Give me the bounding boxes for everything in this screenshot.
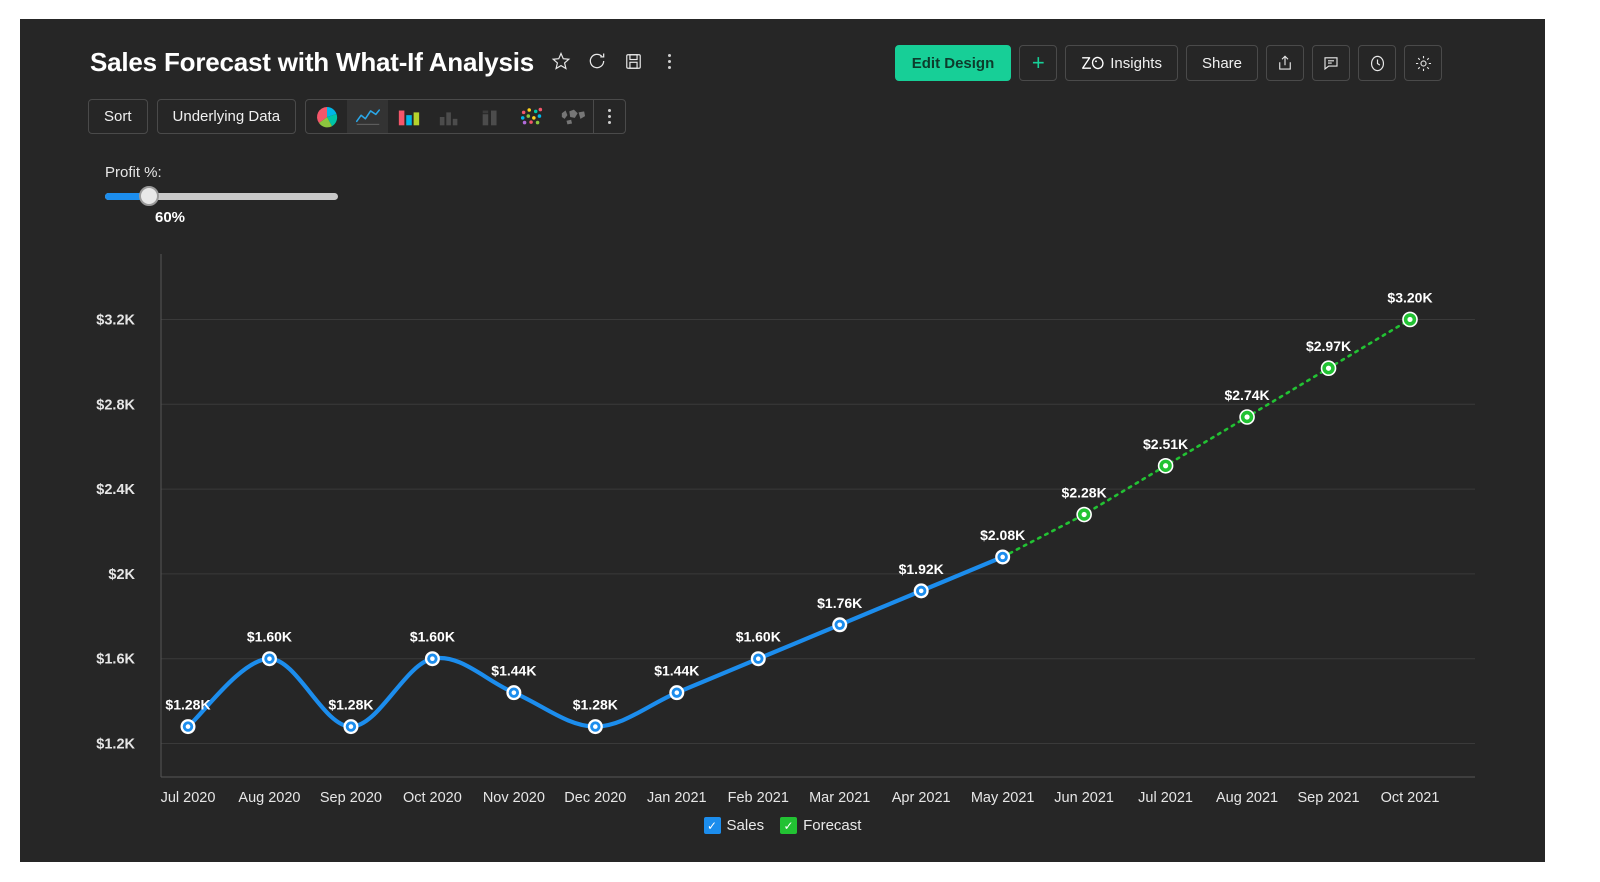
- insights-button[interactable]: Insights: [1065, 45, 1178, 81]
- data-point-label: $1.28K: [328, 697, 373, 713]
- y-axis-tick-label: $1.6K: [96, 652, 135, 668]
- page-title: Sales Forecast with What-If Analysis: [90, 47, 534, 78]
- x-axis-tick-label: Dec 2020: [564, 790, 626, 806]
- x-axis-tick-label: Oct 2020: [403, 790, 462, 806]
- x-axis-tick-label: Jul 2021: [1138, 790, 1193, 806]
- y-axis-tick-label: $3.2K: [96, 312, 135, 328]
- bar-chart-icon[interactable]: [388, 100, 429, 133]
- profit-percent-filter: Profit %: 60%: [105, 164, 365, 226]
- x-axis-tick-label: Oct 2021: [1381, 790, 1440, 806]
- legend-item-sales[interactable]: ✓ Sales: [704, 817, 765, 834]
- data-point-label: $1.92K: [899, 561, 944, 577]
- data-point-label: $1.60K: [736, 629, 781, 645]
- x-axis-tick-label: Feb 2021: [728, 790, 789, 806]
- chart-toolbar: Sort Underlying Data: [88, 99, 626, 134]
- line-chart-icon[interactable]: [347, 100, 388, 133]
- insights-label: Insights: [1110, 55, 1162, 72]
- x-axis-tick-label: Jan 2021: [647, 790, 707, 806]
- x-axis-tick-label: Sep 2020: [320, 790, 382, 806]
- legend-item-forecast[interactable]: ✓ Forecast: [780, 817, 861, 834]
- chart-type-switcher: [305, 99, 626, 134]
- column-chart-icon[interactable]: [429, 100, 470, 133]
- y-axis-tick-label: $2K: [108, 567, 135, 583]
- data-point-label: $2.51K: [1143, 436, 1188, 452]
- x-axis-tick-label: Aug 2020: [238, 790, 300, 806]
- title-action-icons: [550, 50, 680, 72]
- header: Sales Forecast with What-If Analysis: [20, 19, 1545, 109]
- data-point-label: $1.28K: [573, 697, 618, 713]
- timer-icon[interactable]: [1358, 45, 1396, 81]
- profit-slider[interactable]: [105, 193, 338, 200]
- chart-legend: ✓ Sales ✓ Forecast: [20, 817, 1545, 834]
- data-point-label: $1.60K: [410, 629, 455, 645]
- gear-icon[interactable]: [1404, 45, 1442, 81]
- add-button[interactable]: +: [1019, 45, 1057, 81]
- x-axis-tick-label: Sep 2021: [1297, 790, 1359, 806]
- data-point-label: $1.44K: [654, 663, 699, 679]
- data-point-label: $3.20K: [1387, 289, 1432, 305]
- favorite-star-icon[interactable]: [550, 50, 572, 72]
- header-actions: Edit Design + Insights Share: [895, 45, 1442, 81]
- legend-label-forecast: Forecast: [803, 817, 861, 834]
- y-axis-tick-label: $2.8K: [96, 397, 135, 413]
- x-axis-tick-label: Nov 2020: [483, 790, 545, 806]
- legend-label-sales: Sales: [727, 817, 765, 834]
- data-point-label: $1.76K: [817, 595, 862, 611]
- x-axis-tick-label: May 2021: [971, 790, 1035, 806]
- slider-thumb[interactable]: [139, 186, 159, 206]
- sort-button[interactable]: Sort: [88, 99, 148, 134]
- series-line-forecast: [1003, 319, 1410, 557]
- x-axis-tick-label: Jun 2021: [1054, 790, 1114, 806]
- chart-area: $1.2K $1.6K $2K $2.4K $2.8K $3.2K Jul 2020 Aug …: [20, 234, 1545, 834]
- x-axis-tick-label: Aug 2021: [1216, 790, 1278, 806]
- share-button[interactable]: Share: [1186, 45, 1258, 81]
- refresh-icon[interactable]: [586, 50, 608, 72]
- underlying-data-button[interactable]: Underlying Data: [157, 99, 297, 134]
- y-axis-tick-label: $2.4K: [96, 482, 135, 498]
- data-point-label: $1.60K: [247, 629, 292, 645]
- x-axis-tick-label: Mar 2021: [809, 790, 870, 806]
- data-point-label: $2.08K: [980, 527, 1025, 543]
- edit-design-button[interactable]: Edit Design: [895, 45, 1012, 81]
- data-point-label: $1.28K: [165, 697, 210, 713]
- save-icon[interactable]: [622, 50, 644, 72]
- filter-label: Profit %:: [105, 164, 365, 181]
- x-axis-tick-label: Jul 2020: [161, 790, 216, 806]
- more-options-icon[interactable]: [658, 50, 680, 72]
- dashboard-view: Sales Forecast with What-If Analysis: [20, 19, 1545, 862]
- zia-insights-icon: [1081, 54, 1105, 72]
- data-point-label: $2.97K: [1306, 338, 1351, 354]
- data-point-label: $2.74K: [1224, 387, 1269, 403]
- export-icon[interactable]: [1266, 45, 1304, 81]
- line-chart[interactable]: $1.2K $1.6K $2K $2.4K $2.8K $3.2K Jul 2020 Aug …: [20, 234, 1545, 834]
- pie-chart-icon[interactable]: [306, 100, 347, 133]
- stacked-bar-chart-icon[interactable]: [470, 100, 511, 133]
- comment-icon[interactable]: [1312, 45, 1350, 81]
- slider-value: 60%: [155, 209, 365, 226]
- data-point-label: $1.44K: [491, 663, 536, 679]
- bubble-chart-icon[interactable]: [511, 100, 552, 133]
- map-chart-icon[interactable]: [552, 100, 593, 133]
- more-chart-types-icon[interactable]: [593, 100, 625, 133]
- legend-checkbox-sales[interactable]: ✓: [704, 817, 721, 834]
- data-point-label: $2.28K: [1062, 485, 1107, 501]
- x-axis-tick-label: Apr 2021: [892, 790, 951, 806]
- legend-checkbox-forecast[interactable]: ✓: [780, 817, 797, 834]
- y-axis-tick-label: $1.2K: [96, 737, 135, 753]
